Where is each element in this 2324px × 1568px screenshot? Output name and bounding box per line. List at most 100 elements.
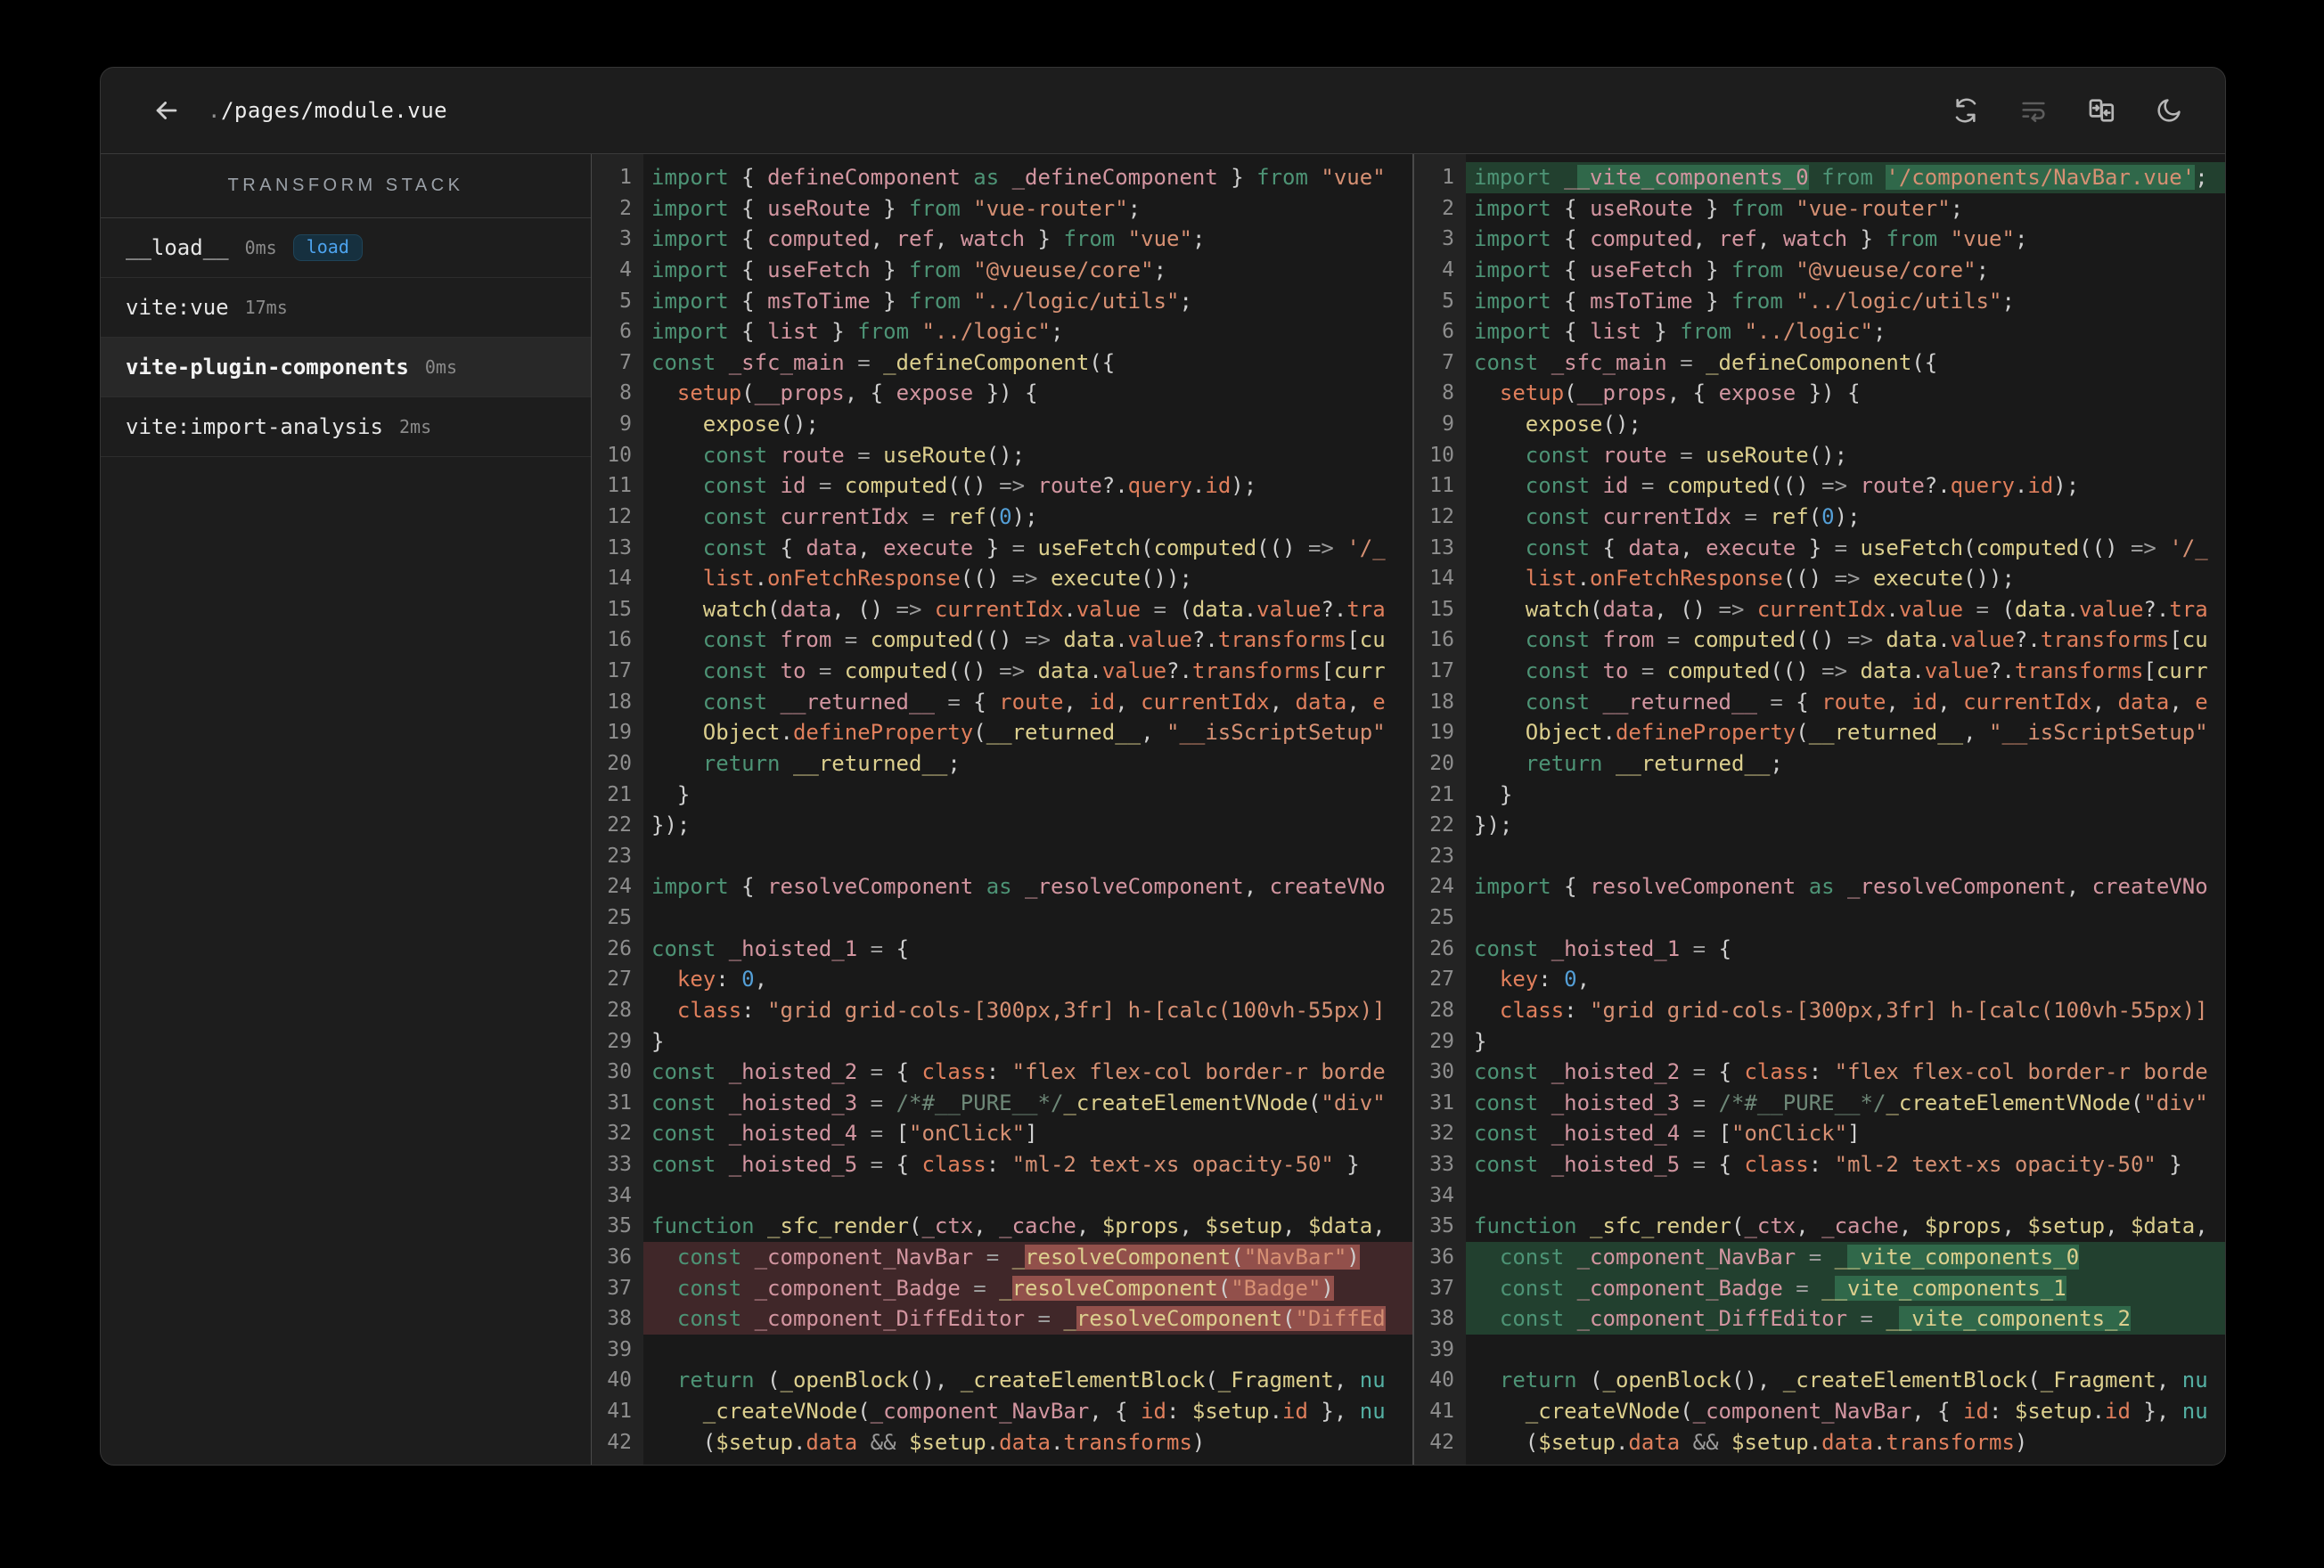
code-text: return __returned__;	[651, 750, 961, 776]
code-text: const from = computed(() => data.value?.…	[1474, 627, 2208, 653]
line-number: 27	[1429, 968, 1454, 992]
code-text: watch(data, () => currentIdx.value = (da…	[1474, 596, 2208, 622]
line-number: 35	[1429, 1214, 1454, 1238]
line-number: 37	[607, 1276, 632, 1300]
code-line: 42 ($setup.data && $setup.data.transform…	[592, 1427, 1412, 1458]
line-number: 19	[1429, 721, 1454, 745]
code-text: import { list } from "../logic";	[1474, 319, 1886, 345]
code-line: 16 const from = computed(() => data.valu…	[1414, 625, 2225, 656]
code-line: 24 import { resolveComponent as _resolveC…	[592, 871, 1412, 902]
code-text: class: "grid grid-cols-[300px,3fr] h-[ca…	[651, 997, 1386, 1023]
refresh-icon	[1955, 98, 1976, 123]
sidebar-item-vite-import-analysis[interactable]: vite:import-analysis 2ms	[101, 397, 591, 457]
line-number: 8	[1442, 381, 1454, 405]
code-line: 8 setup(__props, { expose }) {	[592, 378, 1412, 409]
code-text: }	[1474, 781, 1513, 807]
diff-panel-before[interactable]: 1 import { defineComponent as _defineComp…	[592, 154, 1412, 1465]
code-line: 28 class: "grid grid-cols-[300px,3fr] h-…	[592, 995, 1412, 1026]
code-text: const _hoisted_3 = /*#__PURE__*/_createE…	[1474, 1090, 2208, 1115]
line-number: 7	[1442, 350, 1454, 374]
dark-mode-toggle[interactable]	[2154, 95, 2184, 126]
code-line: 38 const _component_DiffEditor = __vite_…	[1414, 1303, 2225, 1335]
code-line: 37 const _component_Badge = __vite_compo…	[1414, 1272, 2225, 1304]
line-number: 27	[607, 968, 632, 992]
line-number: 31	[1429, 1090, 1454, 1115]
line-number: 2	[1442, 196, 1454, 220]
plugin-time: 0ms	[424, 356, 458, 378]
file-title: ./pages/module.vue	[208, 98, 447, 123]
code-line: 29}	[1414, 1026, 2225, 1058]
code-line: 31 const _hoisted_3 = /*#__PURE__*/_creat…	[1414, 1088, 2225, 1119]
code-text: _createVNode(_component_NavBar, { id: $s…	[702, 1399, 1386, 1424]
code-text: const currentIdx = ref(0);	[651, 503, 1038, 529]
line-number: 28	[607, 998, 632, 1022]
code-text: const _sfc_main = _defineComponent({	[1474, 349, 1938, 375]
code-line: 3 import { computed, ref, watch } from "v…	[1414, 224, 2225, 255]
line-number: 9	[1442, 412, 1454, 436]
plugin-name: __load__	[126, 235, 229, 260]
code-text: return __returned__;	[1474, 750, 1783, 776]
back-button[interactable]	[147, 91, 186, 130]
diff-panel-after[interactable]: 1 import __vite_components_0 from '/compo…	[1414, 154, 2225, 1465]
code-line: 41 _createVNode(_component_NavBar, { id:…	[1414, 1396, 2225, 1427]
line-number: 37	[1429, 1276, 1454, 1300]
code-text: const __returned__ = { route, id, curren…	[1474, 689, 2208, 715]
sidebar-item-vite-vue[interactable]: vite:vue 17ms	[101, 278, 591, 338]
code-text: const { data, execute } = useFetch(compu…	[651, 535, 1386, 560]
code-text: setup(__props, { expose }) {	[1474, 380, 1861, 406]
code-line: 35 function _sfc_render(_ctx, _cache, $pr…	[1414, 1211, 2225, 1242]
code-text: class: "grid grid-cols-[300px,3fr] h-[ca…	[1474, 997, 2208, 1023]
side-by-side-button[interactable]	[2086, 95, 2116, 126]
code-line: 9 expose();	[1414, 409, 2225, 440]
line-number: 22	[1429, 813, 1454, 837]
code-text: return (_openBlock(), _createElementBloc…	[651, 1368, 1386, 1393]
sidebar-item-load[interactable]: __load__ 0ms load	[101, 218, 591, 278]
plugin-time: 0ms	[244, 237, 277, 258]
code-line: 25	[592, 902, 1412, 934]
code-text: import __vite_components_0 from '/compon…	[1466, 162, 2225, 193]
code-text: }	[1474, 1028, 1487, 1054]
code-text: const route = useRoute();	[1474, 442, 1848, 468]
line-number: 40	[607, 1368, 632, 1392]
line-number: 20	[1429, 751, 1454, 775]
code-text: import { useFetch } from "@vueuse/core";	[651, 257, 1167, 282]
code-line: 1 import { defineComponent as _defineComp…	[592, 162, 1412, 193]
code-line: 8 setup(__props, { expose }) {	[1414, 378, 2225, 409]
code-text: import { defineComponent as _defineCompo…	[651, 165, 1386, 190]
transform-stack-panel: TRANSFORM STACK __load__ 0ms load vite:v…	[101, 154, 592, 1465]
toolbar-icons	[1951, 95, 2184, 126]
line-number: 38	[1429, 1307, 1454, 1331]
sidebar-item-vite-plugin-components[interactable]: vite-plugin-components 0ms	[101, 338, 591, 397]
code-line: 6 import { list } from "../logic";	[592, 316, 1412, 347]
code-line: 31 const _hoisted_3 = /*#__PURE__*/_creat…	[592, 1088, 1412, 1119]
file-title-path: /pages/module.vue	[220, 98, 448, 123]
code-text: list.onFetchResponse(() => execute());	[651, 566, 1192, 592]
line-number: 17	[1429, 659, 1454, 682]
wrap-lines-button[interactable]	[2018, 95, 2049, 126]
code-text: });	[1474, 813, 1513, 838]
line-number: 1	[619, 166, 632, 189]
code-line: 23	[592, 841, 1412, 872]
code-text: function _sfc_render(_ctx, _cache, $prop…	[1474, 1213, 2208, 1239]
code-line: 11 const id = computed(() => route?.quer…	[1414, 470, 2225, 502]
code-line: 39	[592, 1335, 1412, 1366]
code-line: 6 import { list } from "../logic";	[1414, 316, 2225, 347]
line-number: 21	[607, 782, 632, 806]
refresh-button[interactable]	[1951, 95, 1981, 126]
line-number: 4	[1442, 257, 1454, 282]
line-number: 25	[607, 906, 632, 929]
code-line: 20 return __returned__;	[1414, 748, 2225, 780]
line-number: 29	[1429, 1029, 1454, 1053]
code-line: 37 const _component_Badge = _resolveComp…	[592, 1272, 1412, 1304]
file-title-prefix: .	[208, 98, 221, 123]
code-line: 21 }	[1414, 780, 2225, 811]
side-by-side-diff-icon	[2089, 99, 2115, 122]
code-line: 10 const route = useRoute();	[1414, 440, 2225, 471]
line-number: 18	[607, 690, 632, 714]
code-text: const route = useRoute();	[651, 442, 1026, 468]
wrap-lines-icon	[2022, 102, 2045, 123]
code-line: 12 const currentIdx = ref(0);	[1414, 502, 2225, 533]
line-number: 7	[619, 350, 632, 374]
